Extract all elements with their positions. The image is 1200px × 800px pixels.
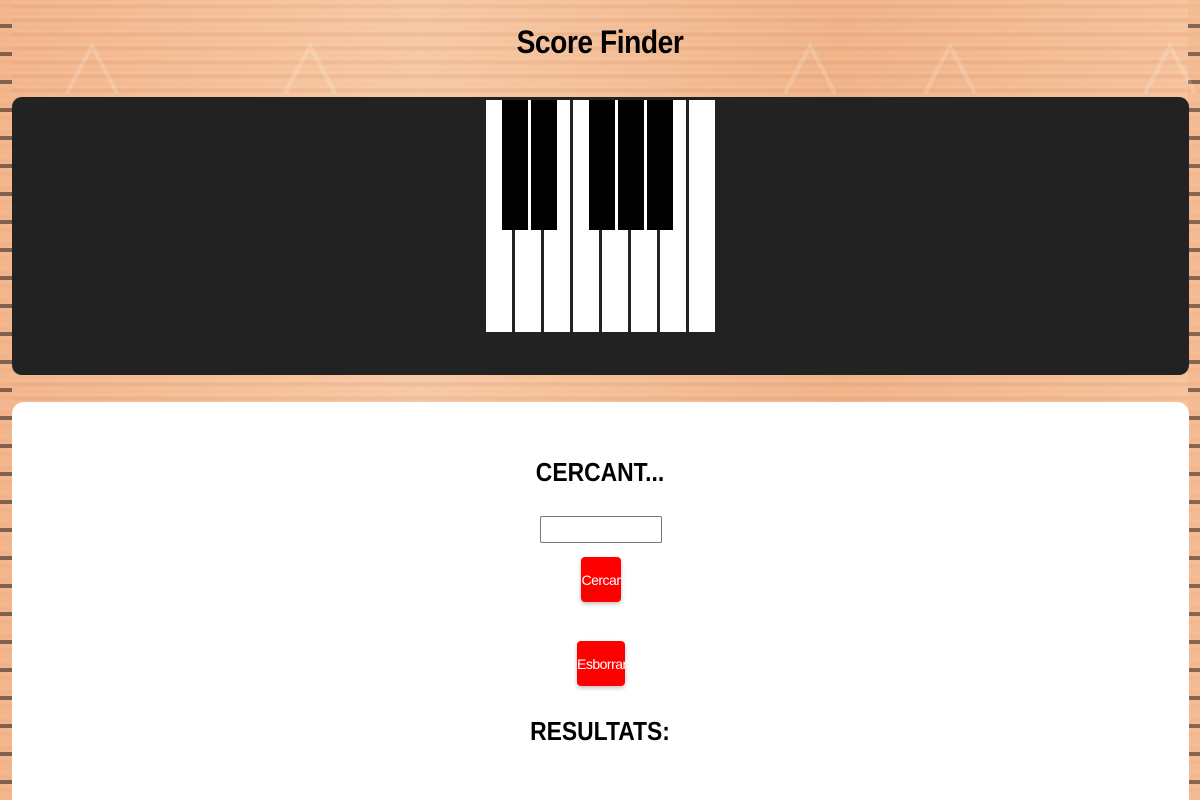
page-title: Score Finder (516, 24, 684, 60)
wood-background-edge-right (1188, 0, 1200, 800)
piano-black-key[interactable] (616, 100, 644, 230)
results-heading: RESULTATS: (530, 716, 670, 746)
piano-black-key[interactable] (500, 100, 528, 230)
piano-black-key[interactable] (587, 100, 615, 230)
piano-black-key[interactable] (529, 100, 557, 230)
piano-black-key[interactable] (645, 100, 673, 230)
clear-button[interactable]: Esborrar (577, 641, 627, 686)
search-heading: CERCANT... (535, 457, 665, 487)
wood-background-edge-left (0, 0, 12, 800)
piano-keyboard (486, 100, 717, 334)
watermark-logo-icon (1143, 41, 1197, 94)
search-button[interactable]: Cercar (581, 557, 621, 602)
search-input[interactable] (540, 516, 662, 543)
piano-white-key[interactable] (689, 100, 715, 332)
